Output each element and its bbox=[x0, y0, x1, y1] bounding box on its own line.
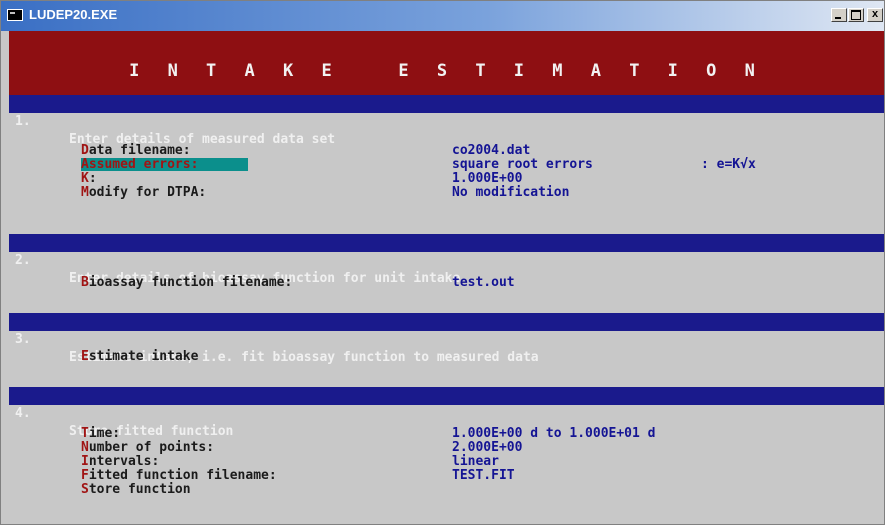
modify-dtpa-label[interactable]: Modify for DTPA: bbox=[81, 186, 206, 199]
estimate-intake-item[interactable]: Estimate intake bbox=[81, 350, 198, 363]
bioassay-filename-label[interactable]: Bioassay function filename: bbox=[81, 276, 292, 289]
section-number: 1. bbox=[15, 114, 31, 129]
hotkey-letter: F bbox=[81, 468, 89, 483]
label-text: stimate intake bbox=[88, 349, 199, 364]
hotkey-letter: E bbox=[81, 349, 89, 364]
bioassay-filename-value: test.out bbox=[452, 275, 515, 290]
k-label[interactable]: K: bbox=[81, 172, 97, 185]
dos-console-icon[interactable] bbox=[7, 9, 23, 21]
label-text: ntervals: bbox=[88, 454, 160, 469]
section-number: 3. bbox=[15, 332, 31, 347]
label-text: tore function bbox=[88, 482, 191, 497]
hotkey-letter: S bbox=[81, 482, 89, 497]
window-title: LUDEP20.EXE bbox=[29, 7, 118, 22]
number-of-points-value: 2.000E+00 bbox=[452, 440, 523, 455]
hotkey-letter: T bbox=[81, 426, 89, 441]
label-text: ioassay function filename: bbox=[88, 275, 293, 290]
section-3-bar: 3. Estimate intake, i.e. fit bioassay fu… bbox=[9, 313, 884, 365]
hotkey-letter: K bbox=[81, 171, 89, 186]
label-text: odify for DTPA: bbox=[88, 185, 207, 200]
time-value: 1.000E+00 d to 1.000E+01 d bbox=[452, 426, 656, 441]
label-text: umber of points: bbox=[88, 440, 215, 455]
modify-dtpa-value: No modification bbox=[452, 185, 570, 200]
label-text: itted function filename: bbox=[88, 468, 277, 483]
label-text: ime: bbox=[88, 426, 121, 441]
close-button[interactable]: x bbox=[867, 8, 883, 22]
intervals-value: linear bbox=[452, 454, 499, 469]
time-label[interactable]: Time: bbox=[81, 427, 120, 440]
section-2-bar: 2. Enter details of bioassay function fo… bbox=[9, 234, 884, 286]
hotkey-letter: B bbox=[81, 275, 89, 290]
maximize-button[interactable] bbox=[848, 8, 864, 22]
hotkey-letter: N bbox=[81, 440, 89, 455]
console-window: LUDEP20.EXE x I N T A K E E S T I M A T … bbox=[0, 0, 885, 525]
label-text: ssumed errors: bbox=[88, 157, 199, 172]
title-bar[interactable]: LUDEP20.EXE x bbox=[1, 1, 884, 31]
section-number: 2. bbox=[15, 253, 31, 268]
fitted-filename-value: TEST.FIT bbox=[452, 468, 515, 483]
header-banner: I N T A K E E S T I M A T I O N bbox=[9, 31, 884, 95]
store-function-item[interactable]: Store function bbox=[81, 483, 191, 496]
error-formula: : e=K√x bbox=[701, 157, 756, 172]
fitted-filename-label[interactable]: Fitted function filename: bbox=[81, 469, 277, 482]
hotkey-letter: M bbox=[81, 185, 89, 200]
console-area: I N T A K E E S T I M A T I O N 1. Enter… bbox=[9, 31, 884, 524]
assumed-errors-value: square root errors bbox=[452, 157, 593, 172]
data-filename-value: co2004.dat bbox=[452, 143, 531, 158]
assumed-errors-label[interactable]: Assumed errors: bbox=[81, 157, 249, 172]
hotkey-letter: D bbox=[81, 143, 89, 158]
data-filename-label[interactable]: Data filename: bbox=[81, 144, 191, 157]
minimize-button[interactable] bbox=[831, 8, 847, 22]
number-of-points-label[interactable]: Number of points: bbox=[81, 441, 214, 454]
hotkey-letter: A bbox=[81, 157, 89, 172]
label-text: : bbox=[88, 171, 97, 186]
section-1-bar: 1. Enter details of measured data set bbox=[9, 95, 884, 147]
hotkey-letter: I bbox=[81, 454, 89, 469]
k-value: 1.000E+00 bbox=[452, 171, 523, 186]
section-4-bar: 4. Store fitted function bbox=[9, 387, 884, 439]
page-title: I N T A K E E S T I M A T I O N bbox=[129, 61, 764, 81]
section-number: 4. bbox=[15, 406, 31, 421]
label-text: ata filename: bbox=[88, 143, 191, 158]
intervals-label[interactable]: Intervals: bbox=[81, 455, 159, 468]
